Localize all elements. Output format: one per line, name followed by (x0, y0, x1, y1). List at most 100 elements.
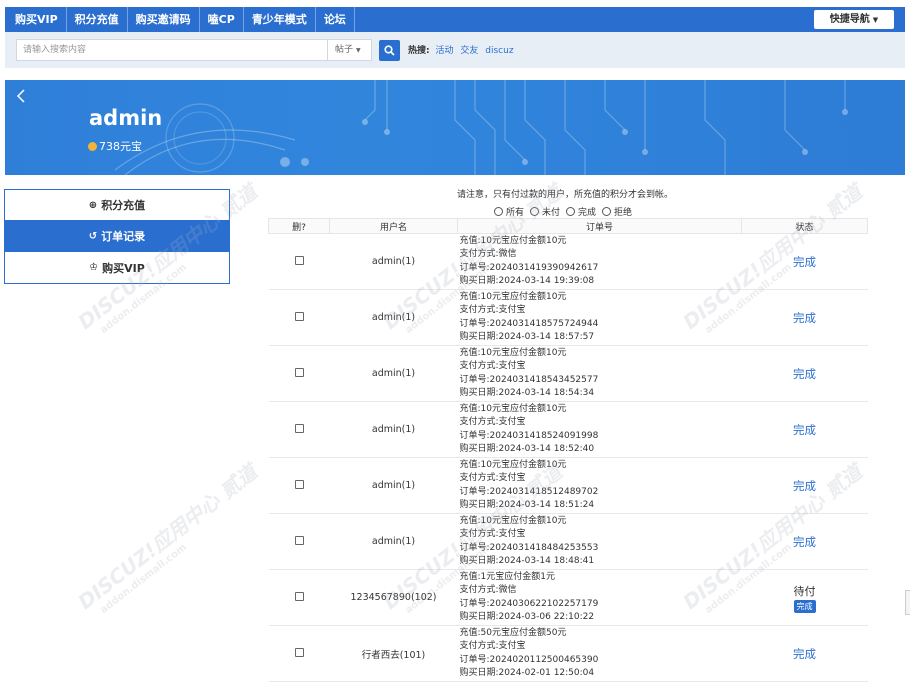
nav-cp[interactable]: 嗑CP (200, 7, 244, 32)
history-icon: ↺ (88, 230, 98, 242)
filter-label: 完成 (578, 208, 597, 218)
table-row: admin(1) 充值:10元宝应付金额10元 支付方式:微信 订单号:202403… (268, 233, 868, 290)
order-amount: 充值:10元宝应付金额10元 (459, 515, 567, 526)
order-payment-method: 支付方式:支付宝 (459, 417, 526, 427)
sidebar-item-order-history[interactable]: ↺ 订单记录 (5, 221, 229, 252)
table-row: admin(1) 充值:10元宝应付金额10元 支付方式:支付宝 订单号:20240… (268, 289, 868, 346)
status-badge: 完成 (793, 310, 816, 325)
nav-points-recharge[interactable]: 积分充值 (67, 7, 128, 32)
watermark-mark: 贰道 (215, 459, 262, 504)
row-order-details: 充值:50元宝应付金额50元 支付方式:支付宝 订单号:20240201125004… (457, 625, 742, 682)
hot-link-dating[interactable]: 交友 (460, 46, 478, 56)
top-nav: 购买VIP 积分充值 购买邀请码 嗑CP 青少年模式 论坛 快捷导航 ▼ (5, 7, 905, 32)
order-date: 购买日期:2024-03-14 18:48:41 (459, 556, 595, 566)
order-date: 购买日期:2024-03-14 18:57:57 (459, 332, 595, 342)
search-button[interactable] (379, 40, 400, 61)
order-payment-method: 支付方式:支付宝 (459, 473, 526, 483)
sidebar-item-label: 购买VIP (102, 261, 145, 275)
delete-checkbox[interactable] (294, 479, 304, 489)
nav-buy-invite-code[interactable]: 购买邀请码 (128, 7, 200, 32)
table-row: admin(1) 充值:10元宝应付金额10元 支付方式:支付宝 订单号:20240… (268, 401, 868, 458)
radio-button[interactable] (494, 207, 503, 216)
filter-label: 拒绝 (614, 208, 633, 218)
radio-button[interactable] (530, 207, 540, 216)
status-badge: 待付 (793, 584, 816, 598)
crown-icon: ♔ (89, 262, 99, 273)
status-badge: 完成 (793, 478, 816, 493)
search-scope-select[interactable]: 帖子 ▼ (327, 39, 372, 61)
hot-search: 热搜: 活动 交友 discuz (408, 43, 518, 56)
hot-link-discuz[interactable]: discuz (485, 46, 513, 56)
row-username: 行者西去(101) (329, 625, 458, 682)
balance-value: 738元宝 (99, 140, 142, 153)
filter-all[interactable]: 所有 (494, 205, 524, 218)
payment-notice: 请注意，只有付过款的用户，所充值的积分才会到帐。 (457, 190, 674, 200)
watermark-mark: 贰道 (820, 179, 867, 224)
header-delete: 删? (268, 218, 330, 234)
table-row: admin(1) 充值:10元宝应付金额10元 支付方式:支付宝 订单号:20240… (268, 457, 868, 514)
mark-complete-button[interactable]: 完成 (793, 599, 816, 613)
delete-checkbox[interactable] (294, 423, 304, 433)
nav-teen-mode[interactable]: 青少年模式 (244, 7, 316, 32)
radio-button[interactable] (566, 207, 576, 216)
back-icon[interactable] (14, 88, 28, 104)
coin-icon (88, 141, 97, 151)
table-row: 1234567890(102) 充值:1元宝应付金额1元 支付方式:微信 订单号:2… (268, 569, 868, 626)
header-status: 状态 (741, 218, 868, 234)
sidebar-item-points-recharge[interactable]: ⊕ 积分充值 (5, 190, 229, 221)
order-amount: 充值:10元宝应付金额10元 (459, 403, 567, 414)
header-username: 用户名 (329, 218, 458, 234)
caret-down-icon: ▼ (872, 16, 879, 24)
row-order-details: 充值:10元宝应付金额10元 支付方式:支付宝 订单号:20240314185757… (457, 289, 742, 346)
row-username: admin(1) (329, 513, 458, 570)
order-date: 购买日期:2024-03-14 18:54:34 (459, 388, 595, 398)
filter-rejected[interactable]: 拒绝 (602, 205, 632, 218)
watermark: DISCUZ!应用中心 贰道 addon.dismall.com (71, 457, 269, 624)
quick-nav-button[interactable]: 快捷导航 ▼ (814, 10, 894, 29)
coin-icon: ⊕ (88, 199, 98, 211)
nav-forum[interactable]: 论坛 (316, 7, 355, 32)
status-badge: 完成 (793, 422, 816, 437)
nav-buy-vip[interactable]: 购买VIP (5, 7, 67, 32)
row-username: admin(1) (329, 457, 458, 514)
sidebar-menu: ⊕ 积分充值 ↺ 订单记录 ♔ 购买VIP (4, 189, 230, 284)
filter-completed[interactable]: 完成 (566, 205, 596, 218)
filter-unpaid[interactable]: 未付 (530, 205, 560, 218)
delete-checkbox[interactable] (294, 311, 304, 321)
radio-button[interactable] (602, 207, 612, 216)
order-number: 订单号:2024031418512489702 (459, 486, 599, 497)
search-input[interactable]: 请输入搜索内容 (16, 39, 327, 61)
order-amount: 充值:1元宝应付金额1元 (459, 571, 556, 582)
hot-search-label: 热搜: (408, 46, 430, 56)
order-date: 购买日期:2024-02-01 12:50:04 (459, 668, 595, 678)
row-order-details: 充值:10元宝应付金额10元 支付方式:支付宝 订单号:20240314185434… (457, 345, 742, 402)
status-badge: 完成 (793, 534, 816, 549)
status-badge: 完成 (793, 254, 816, 269)
header-order: 订单号 (457, 218, 742, 234)
filter-label: 所有 (506, 208, 525, 218)
delete-checkbox[interactable] (294, 255, 304, 265)
order-date: 购买日期:2024-03-14 19:39:08 (459, 276, 595, 286)
profile-banner: admin 738元宝 (5, 80, 905, 175)
order-payment-method: 支付方式:微信 (459, 249, 517, 259)
delete-checkbox[interactable] (294, 591, 304, 601)
delete-checkbox[interactable] (294, 647, 304, 657)
sidebar-item-label: 积分充值 (101, 199, 146, 212)
order-payment-method: 支付方式:支付宝 (459, 361, 526, 371)
sidebar-item-buy-vip[interactable]: ♔ 购买VIP (5, 252, 229, 283)
status-badge: 完成 (793, 366, 816, 381)
order-number: 订单号:2024031418484253553 (459, 542, 599, 553)
order-number: 订单号:2024031419390942617 (459, 262, 599, 273)
order-payment-method: 支付方式:微信 (459, 585, 517, 595)
order-payment-method: 支付方式:支付宝 (459, 305, 526, 315)
table-row: admin(1) 充值:10元宝应付金额10元 支付方式:支付宝 订单号:20240… (268, 345, 868, 402)
delete-checkbox[interactable] (294, 535, 304, 545)
side-scroll-handle[interactable] (905, 590, 910, 615)
row-username: admin(1) (329, 401, 458, 458)
delete-checkbox[interactable] (294, 367, 304, 377)
row-order-details: 充值:10元宝应付金额10元 支付方式:微信 订单号:202403141939094… (457, 233, 742, 290)
profile-balance: 738元宝 (88, 138, 142, 154)
hot-link-activity[interactable]: 活动 (435, 46, 453, 56)
filter-label: 未付 (542, 208, 561, 218)
caret-down-icon: ▼ (356, 47, 361, 54)
